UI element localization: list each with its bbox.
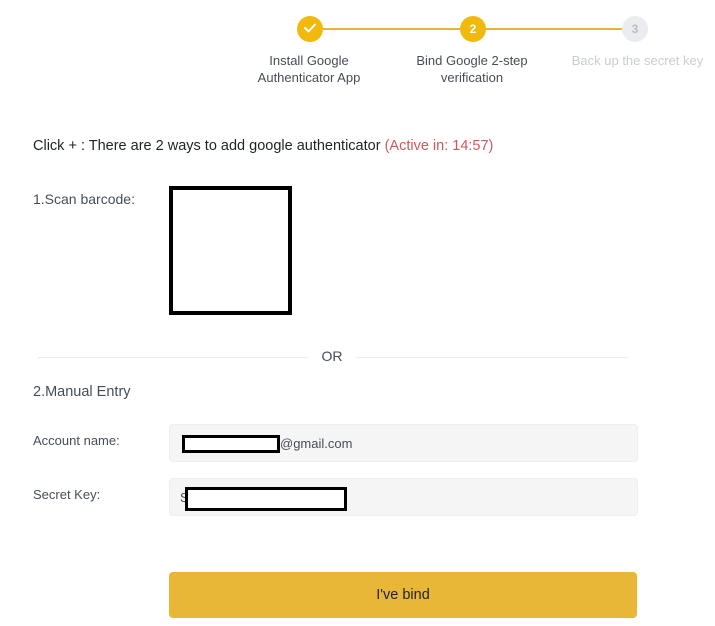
step-1-label-line1: Install Google — [269, 53, 349, 68]
stepper-progress-line — [486, 28, 623, 30]
checkmark-icon — [304, 22, 316, 36]
account-name-redaction — [182, 435, 280, 453]
or-divider: OR — [38, 348, 628, 368]
account-name-label: Account name: — [33, 433, 120, 448]
qr-code-redacted — [169, 186, 292, 315]
active-timer: (Active in: 14:57) — [384, 138, 494, 154]
step-3-label: Back up the secret key — [560, 52, 715, 69]
page-heading: Click + : There are 2 ways to add google… — [33, 138, 493, 154]
ive-bind-button[interactable]: I've bind — [169, 572, 637, 618]
step-1-label: Install Google Authenticator App — [243, 52, 375, 86]
step-2-label: Bind Google 2-step verification — [406, 52, 538, 86]
step-1-label-line2: Authenticator App — [257, 70, 361, 85]
step-2-number: 2 — [469, 22, 477, 36]
secret-key-field[interactable]: S — [169, 478, 638, 516]
stepper-progress-line — [322, 28, 462, 30]
step-1-indicator — [297, 16, 323, 42]
step-2-label-line2: verification — [440, 70, 504, 85]
divider-line-left — [38, 357, 308, 358]
step-3-label-line1: Back up the secret key — [571, 53, 704, 68]
step-2-label-line1: Bind Google 2-step — [416, 53, 528, 68]
manual-entry-label: 2.Manual Entry — [33, 384, 131, 400]
divider-line-right — [356, 357, 628, 358]
step-3-indicator: 3 — [622, 16, 648, 42]
secret-key-redaction — [185, 487, 347, 511]
secret-key-label: Secret Key: — [33, 487, 101, 502]
account-name-field[interactable]: @gmail.com — [169, 424, 638, 462]
scan-barcode-label: 1.Scan barcode: — [33, 191, 135, 207]
bind-authenticator-page: 2 3 Install Google Authenticator App Bin… — [0, 0, 715, 626]
step-3-number: 3 — [631, 22, 639, 36]
account-name-domain: @gmail.com — [280, 436, 353, 451]
heading-text: Click + : There are 2 ways to add google… — [33, 138, 381, 154]
or-text: OR — [321, 348, 343, 364]
step-2-indicator: 2 — [460, 16, 486, 42]
